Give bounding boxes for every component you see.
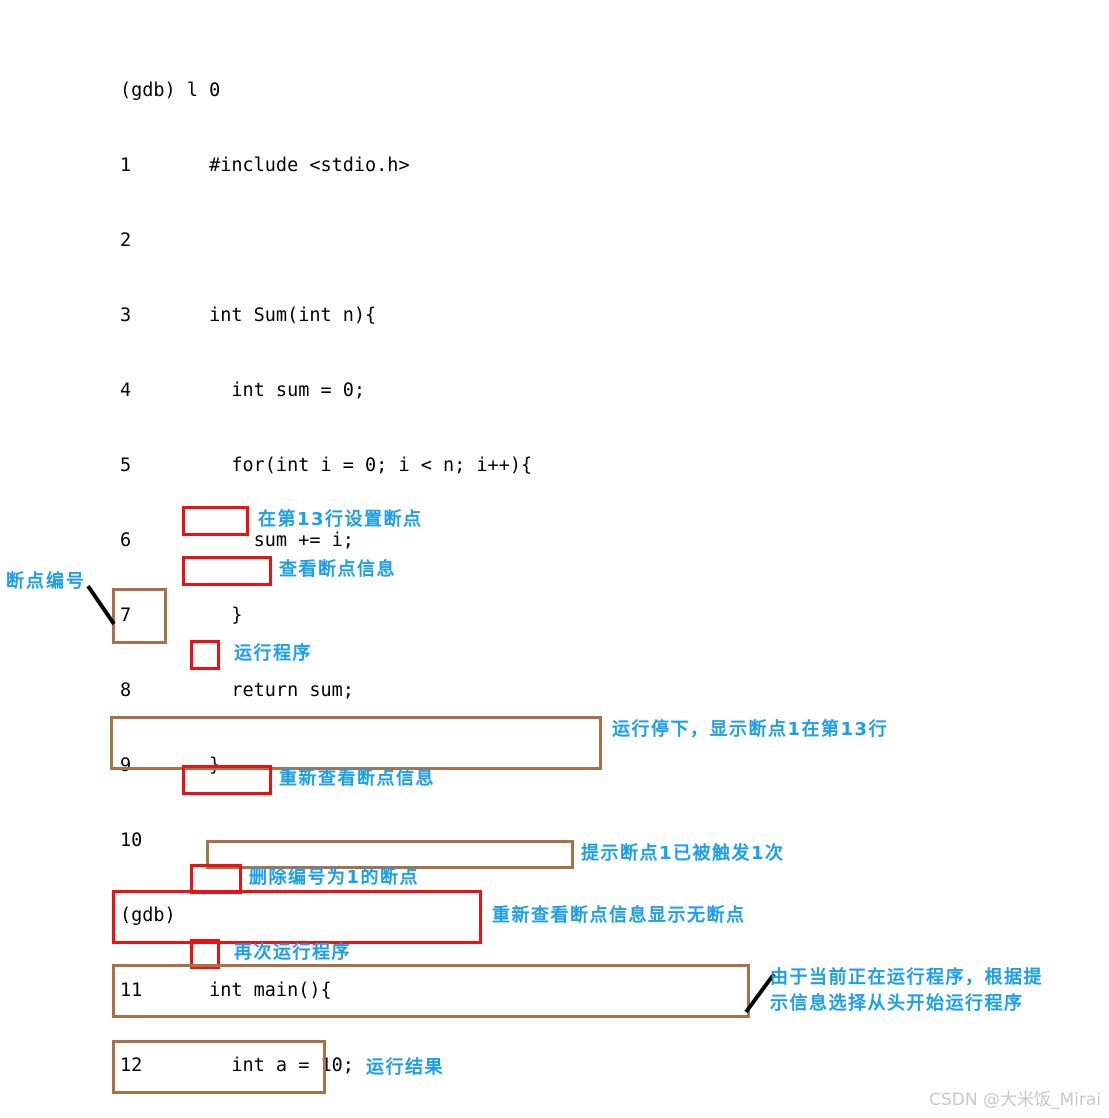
annotation-run-result: 运行结果: [366, 1057, 444, 1078]
annotation-review-breakpoint-info: 重新查看断点信息: [279, 768, 435, 789]
terminal-line: (gdb) l 0: [120, 80, 221, 101]
csdn-watermark: CSDN @大米饭_Mirai: [929, 1090, 1101, 1110]
annotation-run-program: 运行程序: [234, 643, 312, 664]
terminal-line: 1 #include <stdio.h>: [120, 155, 410, 176]
annotation-view-breakpoint-info: 查看断点信息: [279, 559, 396, 580]
breakpoint-number-arrow: [86, 584, 116, 626]
annotation-run-again: 再次运行程序: [234, 942, 351, 963]
annotation-bp1-hit-once: 提示断点1已被触发1次: [581, 843, 785, 864]
annotation-stopped-show-bp1: 运行停下，显示断点1在第13行: [612, 719, 889, 740]
terminal-line: 8 return sum;: [120, 680, 354, 701]
terminal-line: 2: [120, 230, 132, 251]
annotation-set-breakpoint-line13: 在第13行设置断点: [258, 509, 423, 530]
terminal-line: 12 int a = 10;: [120, 1055, 354, 1076]
screenshot-root: (gdb) l 0 1 #include <stdio.h> 2 3 int S…: [0, 0, 1109, 1118]
terminal-line: 3 int Sum(int n){: [120, 305, 377, 326]
annotation-restart-note-line2: 示信息选择从头开始运行程序: [770, 993, 1024, 1014]
terminal-line: 9 }: [120, 755, 221, 776]
annotation-breakpoint-number-label: 断点编号: [6, 571, 86, 592]
terminal-line: 4 int sum = 0;: [120, 380, 366, 401]
annotation-delete-breakpoint-1: 删除编号为1的断点: [249, 867, 420, 888]
annotation-review-shows-none: 重新查看断点信息显示无断点: [492, 905, 746, 926]
annotation-restart-note-line1: 由于当前正在运行程序，根据提: [770, 967, 1043, 988]
terminal-line: 5 for(int i = 0; i < n; i++){: [120, 455, 533, 476]
terminal-line: 7 }: [120, 605, 243, 626]
